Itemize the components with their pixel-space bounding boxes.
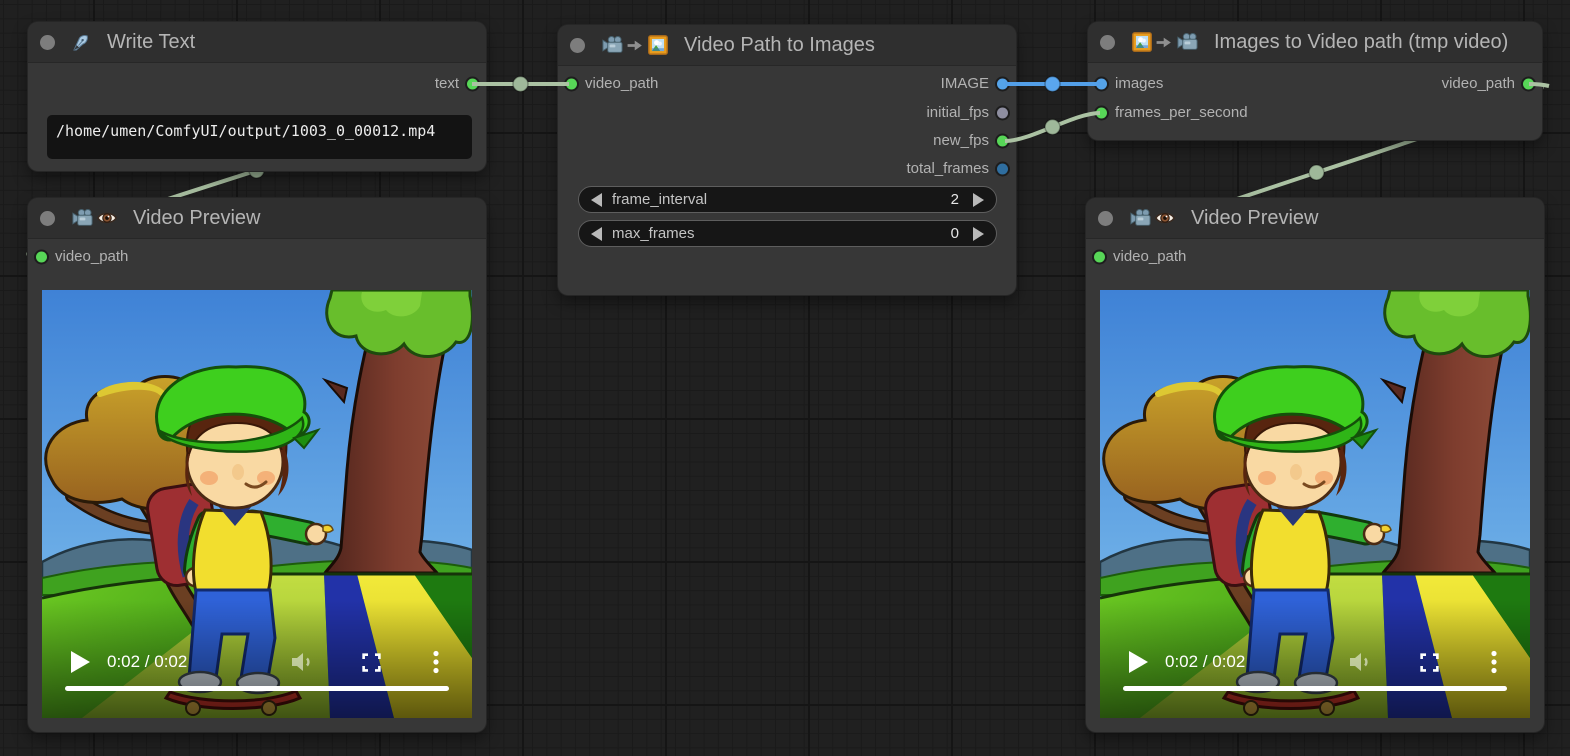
widget-frame-interval[interactable]: frame_interval 2	[578, 186, 997, 213]
collapse-toggle[interactable]	[1098, 211, 1113, 226]
node-title-bar[interactable]: Images to Video path (tmp video)	[1088, 22, 1542, 63]
framed-picture-icon	[1131, 31, 1153, 53]
video-camera-icon	[1176, 31, 1199, 54]
output-port-total-frames[interactable]	[995, 162, 1010, 177]
output-port-image[interactable]	[995, 77, 1010, 92]
eye-icon	[96, 207, 118, 229]
time-display: 0:02 / 0:02	[107, 652, 187, 672]
collapse-toggle[interactable]	[1100, 35, 1115, 50]
link-midpoint-dot	[1045, 77, 1060, 92]
input-row-video-path: video_path	[1086, 246, 1544, 268]
node-title: Video Preview	[1191, 207, 1318, 230]
node-graph-canvas[interactable]: Write Text text /home/umen/ComfyUI/outpu…	[0, 0, 1570, 756]
play-icon[interactable]	[1127, 650, 1149, 679]
collapse-toggle[interactable]	[40, 35, 55, 50]
collapse-toggle[interactable]	[570, 38, 585, 53]
input-port-video-path[interactable]	[34, 250, 49, 265]
output-row-image: IMAGE	[558, 73, 1016, 95]
time-display: 0:02 / 0:02	[1165, 652, 1245, 672]
input-label: frames_per_second	[1115, 104, 1248, 121]
widget-max-frames[interactable]: max_frames 0	[578, 220, 997, 247]
fullscreen-icon[interactable]	[361, 652, 382, 678]
output-port-text[interactable]	[465, 77, 480, 92]
volume-muted-icon[interactable]	[1348, 650, 1374, 679]
link-midpoint-dot	[1309, 165, 1324, 180]
link-midpoint-dot	[513, 77, 528, 92]
kebab-menu-icon[interactable]	[432, 650, 440, 679]
node-video-path-to-images[interactable]: Video Path to Images video_path IMAGE in…	[558, 25, 1016, 295]
video-camera-icon	[1129, 207, 1152, 230]
video-camera-icon	[601, 34, 624, 57]
input-row-video-path: video_path	[28, 246, 486, 268]
node-title-bar[interactable]: Video Preview	[28, 198, 486, 239]
link-midpoint-dot	[1045, 120, 1060, 135]
progress-bar[interactable]	[65, 686, 449, 691]
video-player[interactable]: 0:02 / 0:02	[42, 290, 472, 718]
node-title-bar[interactable]: Write Text	[28, 22, 486, 63]
node-title-bar[interactable]: Video Preview	[1086, 198, 1544, 239]
output-label: new_fps	[933, 132, 989, 149]
output-port-video-path[interactable]	[1521, 77, 1536, 92]
node-video-preview-left[interactable]: Video Preview video_path 0:02 / 0:02	[28, 198, 486, 732]
widget-label: frame_interval	[612, 191, 951, 208]
widget-value[interactable]: 0	[951, 225, 959, 242]
node-title: Video Path to Images	[684, 34, 875, 57]
eye-icon	[1154, 207, 1176, 229]
framed-picture-icon	[647, 34, 669, 56]
link-newfps-to-fps	[1005, 113, 1100, 141]
increment-arrow-icon[interactable]	[973, 193, 984, 207]
input-port-video-path[interactable]	[1092, 250, 1107, 265]
output-port-new-fps[interactable]	[995, 134, 1010, 149]
video-controls: 0:02 / 0:02	[1100, 600, 1530, 718]
video-player[interactable]: 0:02 / 0:02	[1100, 290, 1530, 718]
output-label: video_path	[1442, 75, 1515, 92]
widget-value[interactable]: 2	[951, 191, 959, 208]
input-row-frames-per-second: frames_per_second	[1088, 102, 1542, 124]
node-title-bar[interactable]: Video Path to Images	[558, 25, 1016, 66]
collapse-toggle[interactable]	[40, 211, 55, 226]
decrement-arrow-icon[interactable]	[591, 193, 602, 207]
output-label: IMAGE	[941, 75, 989, 92]
arrow-right-icon	[626, 36, 645, 55]
output-port-initial-fps[interactable]	[995, 106, 1010, 121]
output-row-video-path: video_path	[1088, 73, 1542, 95]
output-row-initial-fps: initial_fps	[558, 102, 1016, 124]
decrement-arrow-icon[interactable]	[591, 227, 602, 241]
node-images-to-video-path[interactable]: Images to Video path (tmp video) images …	[1088, 22, 1542, 140]
output-label: initial_fps	[926, 104, 989, 121]
node-title: Write Text	[107, 31, 195, 54]
input-label: video_path	[1113, 248, 1186, 265]
kebab-menu-icon[interactable]	[1490, 650, 1498, 679]
node-title: Images to Video path (tmp video)	[1214, 31, 1508, 54]
input-label: video_path	[55, 248, 128, 265]
output-row-total-frames: total_frames	[558, 158, 1016, 180]
video-camera-icon	[71, 207, 94, 230]
progress-bar[interactable]	[1123, 686, 1507, 691]
fullscreen-icon[interactable]	[1419, 652, 1440, 678]
volume-muted-icon[interactable]	[290, 650, 316, 679]
node-title: Video Preview	[133, 207, 260, 230]
pen-nib-icon	[71, 32, 92, 53]
output-row-text: text	[28, 73, 486, 95]
increment-arrow-icon[interactable]	[973, 227, 984, 241]
text-value-field[interactable]: /home/umen/ComfyUI/output/1003_0_00012.m…	[47, 115, 472, 159]
output-row-new-fps: new_fps	[558, 130, 1016, 152]
video-controls: 0:02 / 0:02	[42, 600, 472, 718]
play-icon[interactable]	[69, 650, 91, 679]
output-label: total_frames	[906, 160, 989, 177]
widget-label: max_frames	[612, 225, 951, 242]
node-write-text[interactable]: Write Text text /home/umen/ComfyUI/outpu…	[28, 22, 486, 171]
arrow-right-icon	[1155, 33, 1174, 52]
output-label: text	[435, 75, 459, 92]
node-video-preview-right[interactable]: Video Preview video_path 0:02 / 0:02	[1086, 198, 1544, 732]
input-port-frames-per-second[interactable]	[1094, 106, 1109, 121]
